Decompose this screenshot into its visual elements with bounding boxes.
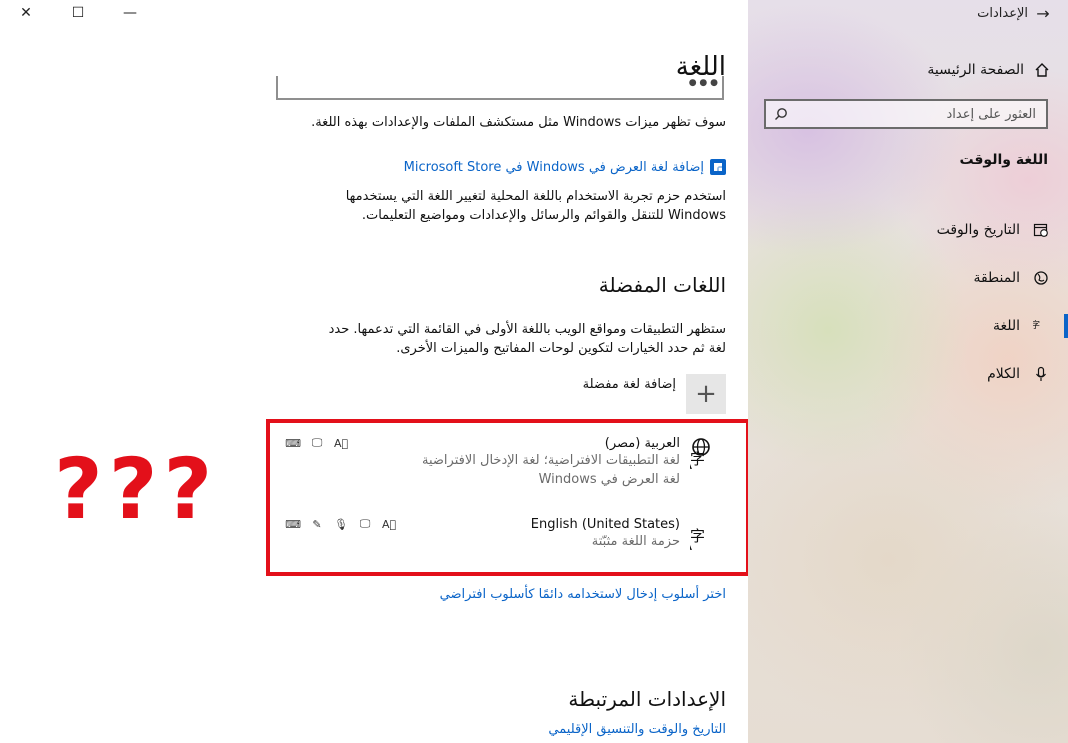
related-link[interactable]: التاريخ والوقت والتنسيق الإقليمي xyxy=(548,722,726,737)
sidebar-item-language[interactable]: A字 اللغة xyxy=(748,302,1068,350)
store-link-row[interactable]: إضافة لغة العرض في Windows في Microsoft … xyxy=(404,159,726,175)
display-language-dropdown[interactable]: ● ● ● xyxy=(276,76,724,100)
search-icon xyxy=(775,108,787,120)
language-icon: A字 xyxy=(1032,317,1050,335)
globe-region-icon xyxy=(1032,269,1050,287)
back-arrow-icon[interactable]: → xyxy=(1032,4,1054,24)
main-content: اللغة ● ● ● سوف تظهر ميزات Windows مثل م… xyxy=(0,0,750,743)
sidebar-header: → الإعدادات xyxy=(748,0,1068,28)
microphone-icon xyxy=(1032,365,1050,383)
input-method-link[interactable]: اختر أسلوب إدخال لاستخدامه دائمًا كأسلوب… xyxy=(440,587,726,602)
sidebar-item-label: اللغة xyxy=(992,318,1020,334)
plus-icon: + xyxy=(686,374,726,414)
home-label: الصفحة الرئيسية xyxy=(927,62,1024,78)
preferred-languages-desc: ستظهر التطبيقات ومواقع الويب باللغة الأو… xyxy=(329,320,726,358)
sidebar-section-title: اللغة والوقت xyxy=(959,152,1048,168)
dropdown-partial-text: ● ● ● xyxy=(688,78,718,88)
preferred-desc-line1: ستظهر التطبيقات ومواقع الويب باللغة الأو… xyxy=(328,322,726,337)
sidebar-item-speech[interactable]: الكلام xyxy=(748,350,1068,398)
sidebar-nav: التاريخ والوقت المنطقة A字 اللغة الكلام xyxy=(748,206,1068,398)
sidebar-item-label: الكلام xyxy=(987,366,1020,382)
window-title: الإعدادات xyxy=(977,6,1028,21)
search-box[interactable] xyxy=(764,99,1048,129)
store-icon xyxy=(710,159,726,175)
settings-sidebar: → الإعدادات الصفحة الرئيسية اللغة والوقت… xyxy=(748,0,1068,743)
svg-text:字: 字 xyxy=(1033,319,1040,331)
related-settings-heading: الإعدادات المرتبطة xyxy=(568,687,726,711)
sidebar-home[interactable]: الصفحة الرئيسية xyxy=(927,58,1050,82)
store-link[interactable]: إضافة لغة العرض في Windows في Microsoft … xyxy=(404,160,704,175)
lxp-note: استخدم حزم تجربة الاستخدام باللغة المحلي… xyxy=(346,187,726,225)
question-marks-annotation: ??? xyxy=(54,440,219,538)
sidebar-item-label: المنطقة xyxy=(973,270,1020,286)
calendar-clock-icon xyxy=(1032,221,1050,239)
sidebar-item-label: التاريخ والوقت xyxy=(936,222,1020,238)
preferred-desc-line2: لغة ثم حدد الخيارات لتكوين لوحات المفاتي… xyxy=(396,341,726,356)
search-input[interactable] xyxy=(804,105,1038,123)
windows-features-note: سوف تظهر ميزات Windows مثل مستكشف الملفا… xyxy=(311,115,726,130)
lxp-note-line2: Windows للتنقل والقوائم والرسائل والإعدا… xyxy=(361,208,726,223)
lxp-note-line1: استخدم حزم تجربة الاستخدام باللغة المحلي… xyxy=(345,189,726,204)
sidebar-item-date-time[interactable]: التاريخ والوقت xyxy=(748,206,1068,254)
sidebar-item-region[interactable]: المنطقة xyxy=(748,254,1068,302)
add-language-label: إضافة لغة مفضلة xyxy=(582,376,676,392)
preferred-languages-heading: اللغات المفضلة xyxy=(598,273,726,297)
highlight-box xyxy=(266,419,750,576)
add-language-button[interactable]: + إضافة لغة مفضلة xyxy=(583,374,726,414)
home-icon xyxy=(1035,63,1049,77)
